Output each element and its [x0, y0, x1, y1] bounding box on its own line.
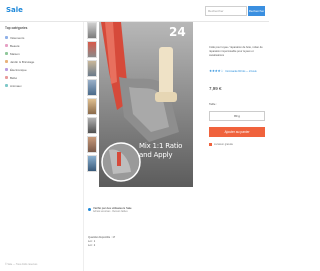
- check-icon: [88, 207, 91, 211]
- sidebar-item-home[interactable]: Maison: [5, 51, 20, 56]
- sidebar-item-label: Beauté: [10, 43, 20, 48]
- garden-icon: [5, 60, 8, 63]
- sidebar-item-baby[interactable]: Bébé: [5, 75, 17, 80]
- footer-text: © Sale — Tous droits réservés: [5, 263, 38, 266]
- site-logo[interactable]: Sale: [6, 6, 23, 14]
- image-number: 24: [169, 25, 186, 39]
- search-input[interactable]: Rechercher: [205, 6, 247, 16]
- image-caption-line1: Mix 1:1 Ratio: [139, 142, 183, 150]
- search-button[interactable]: Rechercher: [248, 6, 265, 16]
- sidebar-item-clothing[interactable]: Vêtements: [5, 35, 24, 40]
- sidebar-item-garden[interactable]: Jardin & Bricolage: [5, 59, 34, 64]
- thumbnail-6[interactable]: [87, 117, 97, 134]
- shipping-icon: [209, 143, 212, 146]
- product-photo: [99, 22, 193, 187]
- sidebar-item-label: Maison: [10, 51, 20, 56]
- thumbnail-4[interactable]: [87, 79, 97, 96]
- product-description: Colle pour tuyau / réparation de fuite, …: [209, 46, 263, 57]
- size-label: Taille :: [209, 102, 217, 106]
- verified-block: Vérifié par des utilisateurs Sale Achats…: [88, 206, 132, 214]
- shipping-text: Livraison gratuite: [214, 143, 234, 146]
- top-header: Sale Rechercher Rechercher: [0, 0, 269, 22]
- rating-text[interactable]: Commandé 84 fois — 24 avis: [225, 70, 257, 73]
- sidebar-item-pets[interactable]: Animaux: [5, 83, 22, 88]
- verified-title: Vérifié par des utilisateurs Sale: [93, 206, 132, 210]
- add-to-cart-button[interactable]: Ajouter au panier: [209, 127, 265, 137]
- product-rating[interactable]: ★★★★☆ Commandé 84 fois — 24 avis: [209, 69, 257, 73]
- electronics-icon: [5, 68, 8, 71]
- product-price: 7,99 €: [209, 86, 222, 91]
- thumbnail-7[interactable]: [87, 136, 97, 153]
- thumbnail-1[interactable]: [87, 22, 97, 39]
- sidebar-item-label: Animaux: [10, 83, 22, 88]
- sidebar-item-beauty[interactable]: Beauté: [5, 43, 20, 48]
- image-caption: Mix 1:1 Ratio and Apply: [139, 142, 191, 159]
- sidebar-title: Top catégories: [5, 26, 28, 30]
- thumbnail-5[interactable]: [87, 98, 97, 115]
- details-line-lot2: Lot : 2: [88, 244, 96, 247]
- star-rating-icon: ★★★★☆: [209, 69, 224, 73]
- thumbnail-2[interactable]: [87, 41, 97, 58]
- size-select[interactable]: 80 g: [209, 111, 265, 121]
- sidebar-item-label: Bébé: [10, 75, 18, 80]
- sidebar-item-label: Vêtements: [10, 35, 25, 40]
- pets-icon: [5, 84, 8, 87]
- sidebar-item-label: Électronique: [10, 67, 27, 72]
- product-details: Quantité disponible : 17 Lot : 1 Lot : 2: [88, 236, 115, 248]
- beauty-icon: [5, 44, 8, 47]
- product-main-image[interactable]: 24 Mix 1:1 Ratio and Apply: [99, 22, 193, 187]
- sidebar-item-electronics[interactable]: Électronique: [5, 67, 27, 72]
- thumbnail-3[interactable]: [87, 60, 97, 77]
- sidebar-item-label: Jardin & Bricolage: [10, 59, 35, 64]
- image-caption-line2: and Apply: [139, 150, 173, 159]
- shipping-info: Livraison gratuite: [209, 143, 233, 146]
- thumbnail-strip: [87, 22, 98, 186]
- baby-icon: [5, 76, 8, 79]
- verified-subtitle: Achats sécurisés · Retours faciles: [93, 210, 128, 213]
- clothing-icon: [5, 36, 8, 39]
- home-icon: [5, 52, 8, 55]
- thumbnail-8[interactable]: [87, 155, 97, 172]
- category-sidebar: Top catégories Vêtements Beauté Maison J…: [0, 22, 84, 271]
